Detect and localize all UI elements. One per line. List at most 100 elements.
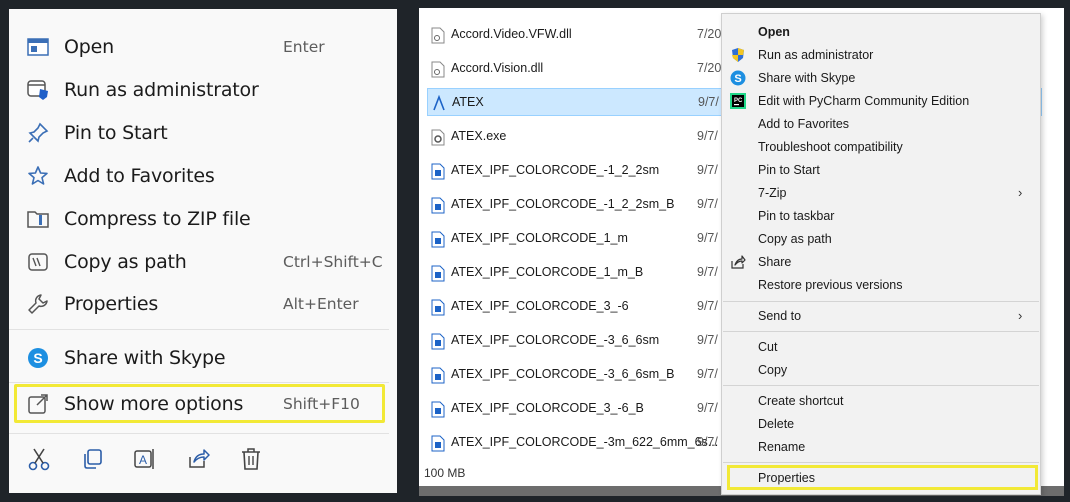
file-explorer-window: Accord.Video.VFW.dll 7/20 Accord.Vision.…	[419, 8, 1064, 496]
copy-icon[interactable]	[80, 447, 104, 471]
cm-item-label: Open	[758, 25, 790, 39]
menu-item-share-with-skype[interactable]: S Share with Skype	[9, 338, 397, 378]
document-file-icon	[431, 401, 445, 418]
cm-item-copy-as-path[interactable]: Copy as path	[722, 228, 1040, 250]
quick-actions-bar: A	[9, 439, 397, 479]
file-name: ATEX_IPF_COLORCODE_-3_6_6sm_B	[451, 367, 675, 381]
cm-item-delete[interactable]: Delete	[722, 413, 1040, 435]
cm-item-rename[interactable]: Rename	[722, 436, 1040, 458]
cm-item-label: Pin to Start	[758, 163, 820, 177]
cm-item-copy[interactable]: Copy	[722, 359, 1040, 381]
classic-context-menu: Open Run as administrator S Share with S…	[721, 13, 1041, 495]
menu-item-add-to-favorites[interactable]: Add to Favorites	[9, 156, 397, 196]
menu-item-label: Copy as path	[64, 251, 187, 273]
copy-path-icon	[25, 250, 51, 274]
modern-context-menu: Open Enter Run as administrator Pin to S…	[9, 9, 397, 493]
cm-item-share-with-skype[interactable]: S Share with Skype	[722, 67, 1040, 89]
menu-item-shortcut: Ctrl+Shift+C	[283, 253, 383, 271]
file-date: 9/7/	[697, 231, 718, 245]
cm-item-label: Share	[758, 255, 792, 269]
menu-separator	[9, 329, 389, 330]
zip-folder-icon	[25, 207, 51, 231]
svg-text:A: A	[139, 453, 147, 467]
delete-icon[interactable]	[239, 447, 263, 471]
cm-item-share[interactable]: Share	[722, 251, 1040, 273]
cm-item-7zip[interactable]: 7-Zip ›	[722, 182, 1040, 204]
document-file-icon	[431, 299, 445, 316]
document-file-icon	[431, 367, 445, 384]
file-date: 9/7/	[697, 401, 718, 415]
cm-item-edit-with-pycharm[interactable]: PC Edit with PyCharm Community Edition	[722, 90, 1040, 112]
uac-shield-icon	[732, 48, 744, 62]
menu-item-label: Share with Skype	[64, 347, 226, 369]
cm-item-pin-to-start[interactable]: Pin to Start	[722, 159, 1040, 181]
cm-item-cut[interactable]: Cut	[722, 336, 1040, 358]
file-name: ATEX_IPF_COLORCODE_3_-6_B	[451, 401, 644, 415]
svg-text:S: S	[33, 350, 42, 366]
highlight-box	[727, 465, 1038, 490]
menu-item-shortcut: Alt+Enter	[283, 295, 359, 313]
file-date: 9/7/	[697, 299, 718, 313]
menu-item-properties[interactable]: Properties Alt+Enter	[9, 284, 397, 324]
menu-separator	[723, 385, 1039, 386]
cm-item-open[interactable]: Open	[722, 21, 1040, 43]
pycharm-icon: PC	[730, 93, 746, 109]
cut-icon[interactable]	[27, 447, 51, 471]
star-icon	[25, 164, 51, 188]
document-file-icon	[431, 333, 445, 350]
cm-item-label: Rename	[758, 440, 806, 454]
pin-icon	[25, 121, 51, 145]
dll-file-icon	[431, 27, 445, 44]
svg-text:S: S	[734, 73, 741, 85]
menu-separator	[723, 301, 1039, 302]
file-name: ATEX_IPF_COLORCODE_-3_6_6sm	[451, 333, 660, 347]
share-icon[interactable]	[186, 447, 210, 471]
file-name: ATEX.exe	[451, 129, 507, 143]
menu-item-label: Compress to ZIP file	[64, 208, 251, 230]
document-file-icon	[431, 197, 445, 214]
file-name: ATEX	[452, 95, 484, 109]
file-name: ATEX_IPF_COLORCODE_3_-6	[451, 299, 629, 313]
dll-file-icon	[431, 61, 445, 78]
rename-icon[interactable]: A	[133, 447, 157, 471]
menu-item-copy-as-path[interactable]: Copy as path Ctrl+Shift+C	[9, 242, 397, 282]
menu-item-label: Properties	[64, 293, 159, 315]
chevron-right-icon: ›	[1018, 308, 1023, 323]
cm-item-label: Edit with PyCharm Community Edition	[758, 94, 970, 108]
menu-item-open[interactable]: Open Enter	[9, 27, 397, 67]
cm-item-label: Add to Favorites	[758, 117, 850, 131]
cm-item-label: Restore previous versions	[758, 278, 903, 292]
cm-item-add-to-favorites[interactable]: Add to Favorites	[722, 113, 1040, 135]
menu-item-run-as-administrator[interactable]: Run as administrator	[9, 70, 397, 110]
file-date: 9/7/	[697, 163, 718, 177]
skype-icon: S	[730, 70, 746, 86]
cm-item-label: Cut	[758, 340, 778, 354]
document-file-icon	[431, 435, 445, 452]
cm-item-label: 7-Zip	[758, 186, 787, 200]
cm-item-restore-previous-versions[interactable]: Restore previous versions	[722, 274, 1040, 296]
cm-item-troubleshoot-compatibility[interactable]: Troubleshoot compatibility	[722, 136, 1040, 158]
file-date: 9/7/	[697, 265, 718, 279]
cm-item-label: Copy as path	[758, 232, 832, 246]
cm-item-send-to[interactable]: Send to ›	[722, 305, 1040, 327]
menu-item-label: Open	[64, 36, 114, 58]
file-name: ATEX_IPF_COLORCODE_1_m	[451, 231, 628, 245]
cm-item-label: Delete	[758, 417, 795, 431]
cm-item-create-shortcut[interactable]: Create shortcut	[722, 390, 1040, 412]
menu-item-compress-to-zip[interactable]: Compress to ZIP file	[9, 199, 397, 239]
menu-separator	[9, 433, 389, 434]
cm-item-label: Run as administrator	[758, 48, 874, 62]
menu-separator	[723, 331, 1039, 332]
skype-icon: S	[25, 346, 51, 370]
cm-item-pin-to-taskbar[interactable]: Pin to taskbar	[722, 205, 1040, 227]
menu-item-pin-to-start[interactable]: Pin to Start	[9, 113, 397, 153]
menu-item-shortcut: Enter	[283, 38, 325, 56]
cm-item-run-as-administrator[interactable]: Run as administrator	[722, 44, 1040, 66]
document-file-icon	[431, 231, 445, 248]
menu-item-label: Pin to Start	[64, 122, 168, 144]
file-date: 9/7/	[697, 197, 718, 211]
file-name: ATEX_IPF_COLORCODE_-1_2_2sm_B	[451, 197, 675, 211]
file-name: ATEX_IPF_COLORCODE_-3m_622_6mm_6s...	[451, 435, 719, 449]
wrench-icon	[25, 292, 51, 316]
file-name: Accord.Video.VFW.dll	[451, 27, 572, 41]
